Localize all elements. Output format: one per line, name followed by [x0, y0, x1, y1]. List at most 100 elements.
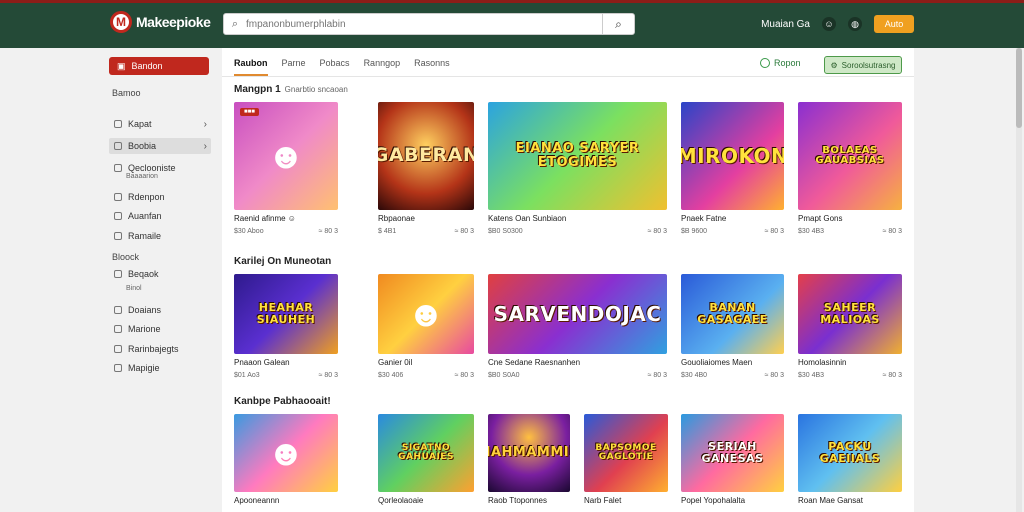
game-title[interactable]: Qorleolaoaie: [378, 496, 474, 505]
game-title[interactable]: Raob Ttoponnes: [488, 496, 570, 505]
game-thumbnail[interactable]: EIANAO SARYER ETOGIMES: [488, 102, 667, 210]
sidebar-item[interactable]: Doaians: [109, 302, 211, 318]
game-thumbnail[interactable]: ■■■ ☻: [234, 102, 338, 210]
game-card[interactable]: HEAHAR SIAUHEH Pnaaon Galean $01 Ao3 ≈ 80 3: [234, 274, 338, 379]
section-title-text: Karilej On Muneotan: [234, 256, 332, 267]
list-icon: [114, 232, 122, 240]
game-card[interactable]: GABERAN Rbpaonae $ 4B1 ≈ 80 3: [378, 102, 474, 235]
game-title[interactable]: Cne Sedane Raesnanhen: [488, 358, 667, 367]
game-title[interactable]: Pnaaon Galean: [234, 358, 338, 367]
game-art-title: SIGATNO GAHUAIES: [398, 442, 454, 462]
game-title[interactable]: Apooneannn: [234, 496, 338, 505]
sidebar-item[interactable]: Marione: [109, 321, 211, 337]
game-card[interactable]: SAHEER MALIOAS Homolasinnin $30 4B3 ≈ 80 3: [798, 274, 902, 379]
game-card[interactable]: MIROKON Pnaek Fatne $B 9600 ≈ 80 3: [681, 102, 784, 235]
game-title[interactable]: Rbpaonae: [378, 214, 474, 223]
game-title[interactable]: Roan Mae Gansat: [798, 496, 902, 505]
game-art-title: MAHMAMMIN: [488, 445, 570, 461]
game-thumbnail[interactable]: ☻: [378, 274, 474, 354]
sidebar-item-label: Marione: [128, 324, 161, 334]
game-title[interactable]: Raenid afinme ☺: [234, 214, 338, 223]
game-thumbnail[interactable]: ☻: [234, 414, 338, 492]
game-thumbnail[interactable]: SERIAH GANESAS: [681, 414, 784, 492]
globe-icon[interactable]: ◍: [848, 17, 862, 31]
main-content: Raubon Parne Pobacs Ranngop Rasonns Ropon ⚙ …: [222, 48, 914, 512]
game-card[interactable]: PACKU GAEIIALS Roan Mae Gansat: [798, 414, 902, 505]
sidebar-item[interactable]: Qeclooniste: [109, 160, 211, 176]
game-card[interactable]: SIGATNO GAHUAIES Qorleolaoaie: [378, 414, 474, 505]
tab[interactable]: Raubon: [234, 58, 268, 76]
game-thumbnail[interactable]: SIGATNO GAHUAIES: [378, 414, 474, 492]
logo[interactable]: M Makeepioke: [110, 11, 211, 33]
game-thumbnail[interactable]: GABERAN: [378, 102, 474, 210]
game-thumbnail[interactable]: SAHEER MALIOAS: [798, 274, 902, 354]
game-title[interactable]: Narb Falet: [584, 496, 668, 505]
sidebar: ▣ Bandon Bamoo Kapat › Boobia › Qeclooniste B…: [104, 48, 218, 512]
game-title[interactable]: Gouoliaiomes Maen: [681, 358, 784, 367]
tab[interactable]: Parne: [282, 58, 306, 76]
cart-button[interactable]: Auto: [874, 15, 914, 33]
filter-toggle[interactable]: Ropon: [760, 58, 801, 68]
game-rating: ≈ 80 3: [882, 372, 902, 379]
game-card[interactable]: BAPSOMOE GAGLOTIE Narb Falet: [584, 414, 668, 505]
page-scrollbar[interactable]: [1016, 48, 1022, 512]
sidebar-item[interactable]: Rarinbajegts: [109, 341, 211, 357]
game-rating: ≈ 80 3: [318, 228, 338, 235]
game-title[interactable]: Homolasinnin: [798, 358, 902, 367]
game-thumbnail[interactable]: MAHMAMMIN: [488, 414, 570, 492]
game-thumbnail[interactable]: SARVENDOJAC: [488, 274, 667, 354]
game-thumbnail[interactable]: BAPSOMOE GAGLOTIE: [584, 414, 668, 492]
top-header: M Makeepioke ⌕ ⌕ Muaian Ga ☺ ◍ Auto: [0, 0, 1024, 48]
card-meta: $30 4B3 ≈ 80 3: [798, 228, 902, 235]
game-card[interactable]: BANAN GASAGAEE Gouoliaiomes Maen $30 4B0 ≈ …: [681, 274, 784, 379]
game-title[interactable]: Katens Oan Sunbiaon: [488, 214, 667, 223]
game-thumbnail[interactable]: BANAN GASAGAEE: [681, 274, 784, 354]
sidebar-primary-button[interactable]: ▣ Bandon: [109, 57, 209, 75]
sidebar-item[interactable]: Rdenpon: [109, 189, 211, 205]
game-thumbnail[interactable]: HEAHAR SIAUHEH: [234, 274, 338, 354]
sidebar-item[interactable]: Mapigie: [109, 360, 211, 376]
game-card[interactable]: SARVENDOJAC Cne Sedane Raesnanhen $B0 S0A0…: [488, 274, 667, 379]
game-card[interactable]: ■■■ ☻ Raenid afinme ☺ $30 Aboo ≈ 80 3: [234, 102, 338, 235]
green-action-button[interactable]: ⚙ Soroolsutrasng: [824, 56, 902, 74]
game-card[interactable]: EIANAO SARYER ETOGIMES Katens Oan Sunbiao…: [488, 102, 667, 235]
game-title[interactable]: Ganier 0il: [378, 358, 474, 367]
card-meta: $B 9600 ≈ 80 3: [681, 228, 784, 235]
section-subtitle: Gnarbtio sncaoan: [284, 85, 348, 94]
card-meta: $30 Aboo ≈ 80 3: [234, 228, 338, 235]
game-card[interactable]: BOLAEAS GAUABSIAS Pmapt Gons $30 4B3 ≈ 80 3: [798, 102, 902, 235]
sidebar-item[interactable]: Beqaok: [109, 266, 211, 282]
sidebar-item-label: Rdenpon: [128, 192, 165, 202]
tab[interactable]: Rasonns: [414, 58, 450, 76]
game-thumbnail[interactable]: PACKU GAEIIALS: [798, 414, 902, 492]
sidebar-primary-label: Bandon: [131, 61, 163, 71]
sidebar-item-label: Auanfan: [128, 211, 162, 221]
search-button[interactable]: ⌕: [602, 14, 634, 34]
game-thumbnail[interactable]: MIROKON: [681, 102, 784, 210]
section-title: Mangpn 1 Gnarbtio sncaoan: [234, 84, 348, 95]
user-icon[interactable]: ☺: [822, 17, 836, 31]
game-art-title: BOLAEAS GAUABSIAS: [815, 144, 885, 166]
user-menu[interactable]: Muaian Ga: [761, 19, 810, 30]
game-title[interactable]: Pmapt Gons: [798, 214, 902, 223]
sidebar-item[interactable]: Ramaile: [109, 228, 211, 244]
game-title[interactable]: Pnaek Fatne: [681, 214, 784, 223]
sidebar-item[interactable]: Kapat ›: [109, 116, 211, 132]
scroll-thumb[interactable]: [1016, 48, 1022, 128]
sidebar-item[interactable]: Boobia ›: [109, 138, 211, 154]
game-card[interactable]: ☻ Ganier 0il $30 406 ≈ 80 3: [378, 274, 474, 379]
green-button-label: Soroolsutrasng: [841, 60, 896, 70]
tab[interactable]: Pobacs: [320, 58, 350, 76]
game-card[interactable]: ☻ Apooneannn: [234, 414, 338, 505]
tab[interactable]: Ranngop: [364, 58, 401, 76]
card-meta: $01 Ao3 ≈ 80 3: [234, 372, 338, 379]
game-thumbnail[interactable]: BOLAEAS GAUABSIAS: [798, 102, 902, 210]
list-icon: [114, 212, 122, 220]
tab-bar: Raubon Parne Pobacs Ranngop Rasonns: [234, 58, 450, 76]
game-art-title: SERIAH GANESAS: [701, 440, 764, 465]
game-card[interactable]: MAHMAMMIN Raob Ttoponnes: [488, 414, 570, 505]
game-card[interactable]: SERIAH GANESAS Popel Yopohalalta: [681, 414, 784, 505]
sidebar-item[interactable]: Auanfan: [109, 208, 211, 224]
game-title[interactable]: Popel Yopohalalta: [681, 496, 784, 505]
search-input[interactable]: [246, 15, 602, 33]
